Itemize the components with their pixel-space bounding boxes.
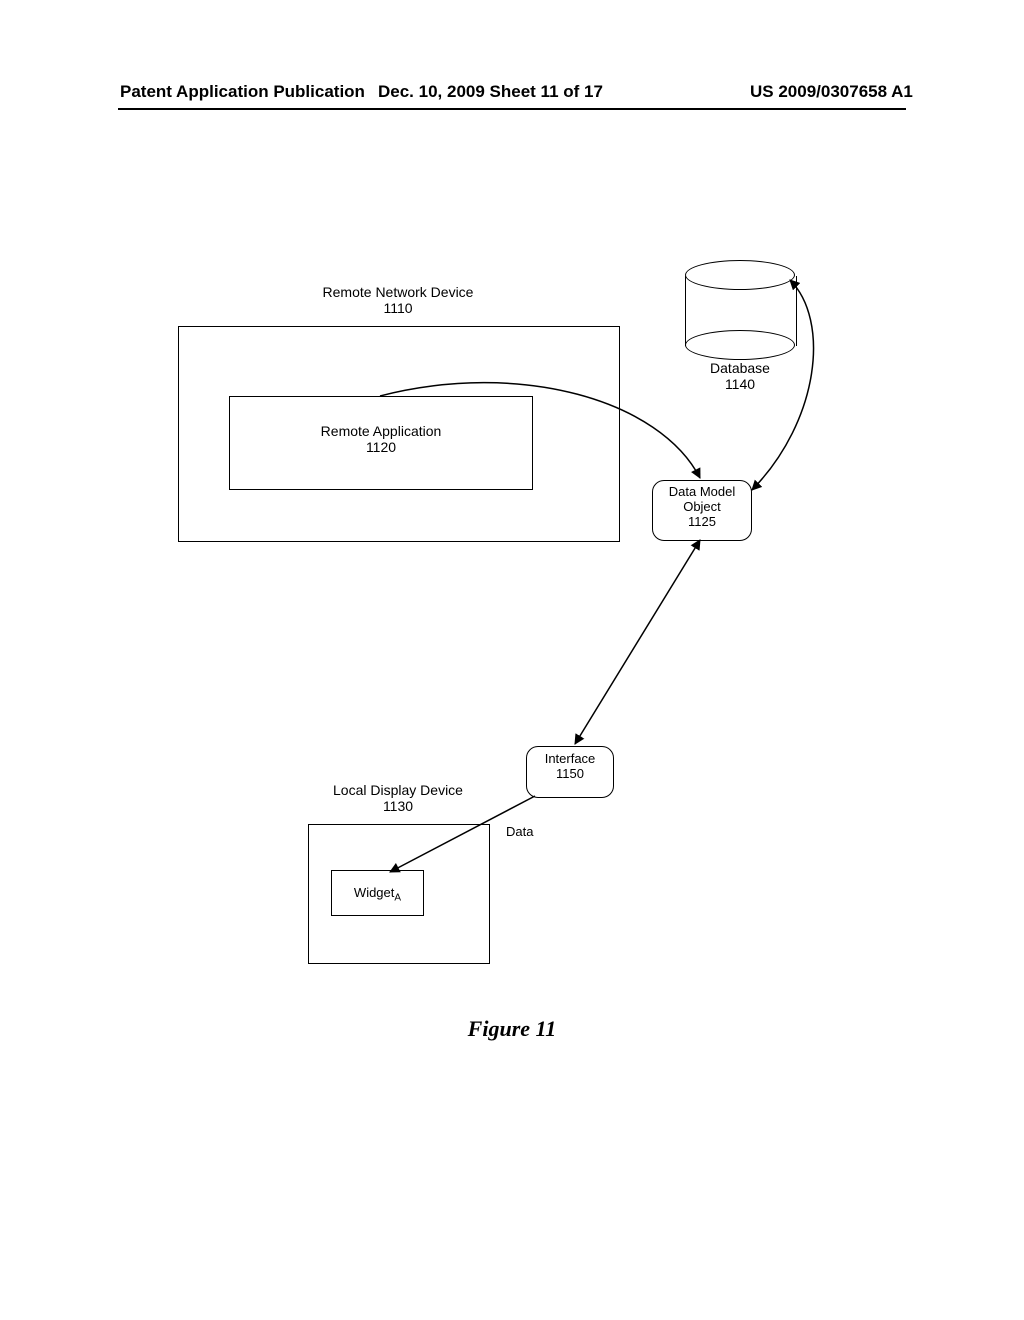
- header-rule: [118, 108, 906, 110]
- dmo-ref: 1125: [688, 514, 716, 529]
- remote-network-device-label: Remote Network Device 1110: [178, 284, 618, 316]
- widget-box: WidgetA: [331, 870, 424, 916]
- rnd-ref: 1110: [383, 300, 412, 316]
- database-icon: [685, 260, 795, 360]
- ra-ref: 1120: [366, 439, 396, 455]
- figure-caption: Figure 11: [0, 1016, 1024, 1042]
- rnd-title-text: Remote Network Device: [323, 284, 474, 300]
- iface-title: Interface: [545, 751, 596, 766]
- db-bottom: [685, 330, 795, 360]
- db-top: [685, 260, 795, 290]
- ldd-title-text: Local Display Device: [333, 782, 463, 798]
- db-title: Database: [710, 360, 770, 376]
- page: Patent Application Publication Dec. 10, …: [0, 0, 1024, 1320]
- header-pub-number: US 2009/0307658 A1: [750, 82, 913, 102]
- data-model-object-box: Data Model Object 1125: [652, 480, 752, 541]
- dmo-title: Data Model Object: [669, 484, 735, 514]
- iface-ref: 1150: [556, 766, 584, 781]
- interface-box: Interface 1150: [526, 746, 614, 798]
- header-date-sheet: Dec. 10, 2009 Sheet 11 of 17: [378, 82, 603, 102]
- remote-application-box: Remote Application 1120: [229, 396, 533, 490]
- local-display-device-label: Local Display Device 1130: [308, 782, 488, 814]
- widget-subscript: A: [394, 893, 401, 904]
- data-label: Data: [506, 824, 533, 839]
- widget-label: Widget: [354, 885, 394, 900]
- header-left: Patent Application Publication: [120, 82, 365, 102]
- remote-application-label: Remote Application 1120: [230, 397, 532, 455]
- ldd-ref: 1130: [383, 798, 413, 814]
- db-ref: 1140: [725, 376, 755, 392]
- ra-title: Remote Application: [321, 423, 442, 439]
- connector-overlay: [0, 0, 1024, 1320]
- database-label: Database 1140: [685, 360, 795, 392]
